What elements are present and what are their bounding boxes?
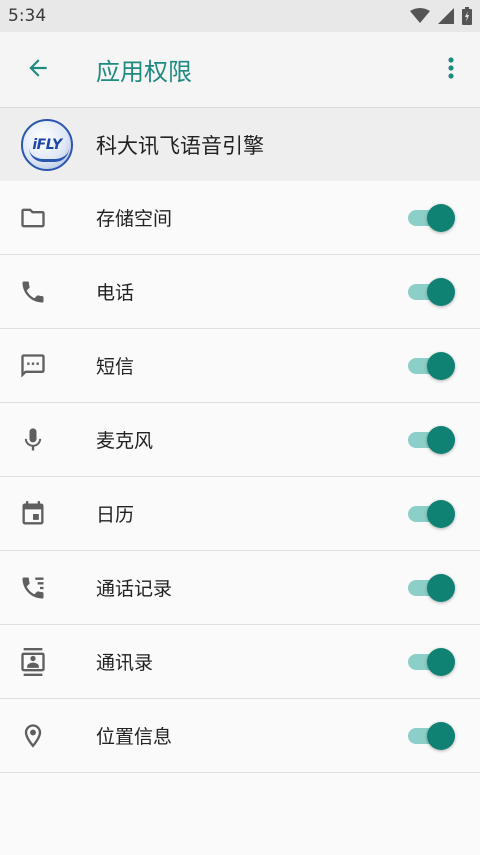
location-icon — [17, 720, 49, 752]
permission-label: 通讯录 — [96, 652, 154, 674]
permission-row-microphone[interactable]: 麦克风 — [0, 403, 480, 477]
permission-row-phone[interactable]: 电话 — [0, 255, 480, 329]
battery-icon — [462, 7, 472, 25]
signal-icon — [438, 8, 454, 24]
permission-label: 通话记录 — [96, 578, 173, 600]
app-bar: 应用权限 — [0, 32, 480, 108]
permission-row-call-log[interactable]: 通话记录 — [0, 551, 480, 625]
app-name: 科大讯飞语音引擎 — [96, 133, 264, 158]
contacts-icon — [17, 646, 49, 678]
status-bar: 5:34 — [0, 0, 480, 32]
arrow-back-icon — [25, 55, 51, 85]
calendar-icon — [17, 498, 49, 530]
permission-row-storage[interactable]: 存储空间 — [0, 181, 480, 255]
call-log-icon — [17, 572, 49, 604]
permission-row-calendar[interactable]: 日历 — [0, 477, 480, 551]
permission-list: 存储空间 电话 短信 麦克风 日历 通话记录 通讯录 位置信息 — [0, 181, 480, 773]
folder-icon — [17, 202, 49, 234]
status-time: 5:34 — [8, 6, 47, 26]
permission-toggle[interactable] — [408, 203, 455, 232]
status-icons — [410, 7, 472, 25]
permission-label: 存储空间 — [96, 208, 173, 230]
wifi-icon — [410, 8, 430, 24]
permission-label: 麦克风 — [96, 430, 154, 452]
permission-label: 短信 — [96, 356, 135, 378]
permission-label: 电话 — [96, 282, 135, 304]
permission-toggle[interactable] — [408, 647, 455, 676]
phone-icon — [17, 276, 49, 308]
permission-toggle[interactable] — [408, 425, 455, 454]
microphone-icon — [17, 424, 49, 456]
permission-row-sms[interactable]: 短信 — [0, 329, 480, 403]
sms-icon — [17, 350, 49, 382]
permission-toggle[interactable] — [408, 277, 455, 306]
back-button[interactable] — [0, 32, 76, 108]
permission-label: 日历 — [96, 504, 135, 526]
permission-row-contacts[interactable]: 通讯录 — [0, 625, 480, 699]
more-vert-icon — [448, 56, 454, 84]
page-title: 应用权限 — [96, 58, 192, 86]
permission-row-location[interactable]: 位置信息 — [0, 699, 480, 773]
permission-toggle[interactable] — [408, 573, 455, 602]
app-logo: iFLY — [21, 118, 73, 171]
permission-label: 位置信息 — [96, 726, 173, 748]
more-options-button[interactable] — [422, 32, 480, 108]
app-header: iFLY 科大讯飞语音引擎 — [0, 108, 480, 181]
permission-toggle[interactable] — [408, 351, 455, 380]
permission-toggle[interactable] — [408, 721, 455, 750]
permission-toggle[interactable] — [408, 499, 455, 528]
